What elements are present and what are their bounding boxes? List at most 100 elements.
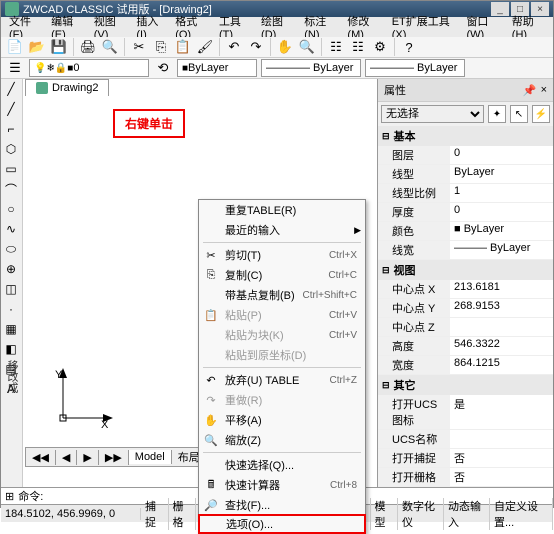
props-pin-icon[interactable]: 📌 <box>523 84 537 97</box>
prop-row[interactable]: 图层0 <box>378 146 553 165</box>
spline-icon[interactable]: ∿ <box>1 219 21 239</box>
prop-row[interactable]: UCS名称 <box>378 430 553 449</box>
tab-model[interactable]: Model <box>129 450 172 464</box>
tab-nav-next[interactable]: ▶ <box>77 450 98 465</box>
prop-row[interactable]: 打开捕捉否 <box>378 449 553 468</box>
prop-category[interactable]: 视图 <box>378 260 553 280</box>
ctx-重复TABLE(R)[interactable]: 重复TABLE(R) <box>199 200 365 220</box>
cut-icon[interactable]: ✂ <box>129 37 149 57</box>
side-label: 移改成 <box>4 360 20 393</box>
status-模型[interactable]: 模型 <box>371 498 399 530</box>
annotation-callout: 右键单击 <box>113 109 185 138</box>
tab-nav-last[interactable]: ▶▶ <box>99 450 129 465</box>
print-icon[interactable]: 🖨 <box>78 37 98 57</box>
toolbar-draw: ╱ ╱ ⌐ ⬡ ▭ ⌒ ○ ∿ ⬭ ⊕ ◫ · ▦ ◧ ▤ A <box>1 79 23 487</box>
status-数字化仪[interactable]: 数字化仪 <box>398 498 444 530</box>
save-icon[interactable]: 💾 <box>49 37 69 57</box>
rectangle-icon[interactable]: ▭ <box>1 159 21 179</box>
redo-icon[interactable]: ↷ <box>246 37 266 57</box>
status-动态输入[interactable]: 动态输入 <box>444 498 490 530</box>
selection-combo[interactable]: 无选择 <box>381 105 484 123</box>
tab-nav-first[interactable]: ◀◀ <box>26 450 56 465</box>
block-icon[interactable]: ◫ <box>1 279 21 299</box>
toolbar-layer: ☰ 💡❄🔒■ 0 ⟲ ■ ByLayer ———— ByLayer ———— B… <box>1 58 553 79</box>
select-objects-icon[interactable]: ↖ <box>510 105 528 123</box>
svg-text:X: X <box>101 419 109 428</box>
paste-icon[interactable]: 📋 <box>173 37 193 57</box>
open-icon[interactable]: 📂 <box>27 37 47 57</box>
ctx-重做(R): ↷重做(R) <box>199 390 365 410</box>
prop-row[interactable]: 线宽——— ByLayer <box>378 241 553 260</box>
tools-icon[interactable]: ⚙ <box>370 37 390 57</box>
insert-icon[interactable]: ⊕ <box>1 259 21 279</box>
prop-row[interactable]: 打开栅格否 <box>378 468 553 487</box>
layer-prev-icon[interactable]: ⟲ <box>153 58 173 78</box>
ucs-icon: YX <box>53 368 113 432</box>
status-捕捉[interactable]: 捕捉 <box>141 498 169 530</box>
zoom-icon[interactable]: 🔍 <box>297 37 317 57</box>
prop-row[interactable]: 中心点 Z <box>378 318 553 337</box>
ctx-选项(O)...[interactable]: 选项(O)... <box>198 514 366 534</box>
prop-category[interactable]: 基本 <box>378 126 553 146</box>
document-tab[interactable]: Drawing2 <box>25 79 109 96</box>
preview-icon[interactable]: 🔍 <box>100 37 120 57</box>
prop-row[interactable]: 线型ByLayer <box>378 165 553 184</box>
ctx-粘贴为块(K): 粘贴为块(K)Ctrl+V <box>199 325 365 345</box>
line-icon[interactable]: ╱ <box>1 79 21 99</box>
status-自定义设置...[interactable]: 自定义设置... <box>490 498 553 530</box>
pline-icon[interactable]: ⌐ <box>1 119 21 139</box>
drawing-canvas[interactable]: Drawing2 右键单击 YX ◀◀ ◀ ▶ ▶▶ Model 布局1 布局2… <box>23 79 377 487</box>
circle-icon[interactable]: ○ <box>1 199 21 219</box>
prop-row[interactable]: 线型比例1 <box>378 184 553 203</box>
prop-row[interactable]: 厚度0 <box>378 203 553 222</box>
pan-icon[interactable]: ✋ <box>275 37 295 57</box>
tab-nav-prev[interactable]: ◀ <box>56 450 77 465</box>
copy-icon[interactable]: ⎘ <box>151 37 171 57</box>
ctx-最近的输入[interactable]: 最近的输入▶ <box>199 220 365 240</box>
xline-icon[interactable]: ╱ <box>1 99 21 119</box>
new-icon[interactable]: 📄 <box>5 37 25 57</box>
ctx-平移(A)[interactable]: ✋平移(A) <box>199 410 365 430</box>
prop-row[interactable]: 打开UCS图标是 <box>378 395 553 430</box>
point-icon[interactable]: · <box>1 299 21 319</box>
undo-icon[interactable]: ↶ <box>224 37 244 57</box>
pickadd-icon[interactable]: ✦ <box>488 105 506 123</box>
prop-row[interactable]: 宽度864.1215 <box>378 356 553 375</box>
coordinates[interactable]: 184.5102, 456.9969, 0 <box>1 508 141 520</box>
linetype-combo[interactable]: ———— ByLayer <box>261 59 361 77</box>
ctx-缩放(Z)[interactable]: 🔍缩放(Z) <box>199 430 365 450</box>
region-icon[interactable]: ◧ <box>1 339 21 359</box>
polygon-icon[interactable]: ⬡ <box>1 139 21 159</box>
help-icon[interactable]: ? <box>399 37 419 57</box>
ctx-剪切(T)[interactable]: ✂剪切(T)Ctrl+X <box>199 245 365 265</box>
ctx-复制(C)[interactable]: ⎘复制(C)Ctrl+C <box>199 265 365 285</box>
context-menu: 重复TABLE(R)最近的输入▶ ✂剪切(T)Ctrl+X⎘复制(C)Ctrl+C… <box>198 199 366 534</box>
designcenter-icon[interactable]: ☷ <box>348 37 368 57</box>
color-combo[interactable]: ■ ByLayer <box>177 59 257 77</box>
prop-category[interactable]: 其它 <box>378 375 553 395</box>
prop-row[interactable]: 高度546.3322 <box>378 337 553 356</box>
properties-icon[interactable]: ☷ <box>326 37 346 57</box>
ellipse-icon[interactable]: ⬭ <box>1 239 21 259</box>
status-栅格[interactable]: 栅格 <box>169 498 197 530</box>
quickselect-icon[interactable]: ⚡ <box>532 105 550 123</box>
props-close-icon[interactable]: × <box>541 84 547 96</box>
ctx-快速计算器[interactable]: 🖩快速计算器Ctrl+8 <box>199 475 365 495</box>
prop-row[interactable]: 中心点 Y268.9153 <box>378 299 553 318</box>
ctx-快速选择(Q)...[interactable]: 快速选择(Q)... <box>199 455 365 475</box>
prop-row[interactable]: 中心点 X213.6181 <box>378 280 553 299</box>
doc-tab-label: Drawing2 <box>52 82 98 94</box>
properties-title: 属性 <box>384 82 406 98</box>
ctx-放弃(U) TABLE[interactable]: ↶放弃(U) TABLECtrl+Z <box>199 370 365 390</box>
ctx-查找(F)...[interactable]: 🔎查找(F)... <box>199 495 365 515</box>
prop-row[interactable]: 颜色■ ByLayer <box>378 222 553 241</box>
arc-icon[interactable]: ⌒ <box>1 179 21 199</box>
layer-combo[interactable]: 💡❄🔒■ 0 <box>29 59 149 77</box>
ctx-粘贴(P): 📋粘贴(P)Ctrl+V <box>199 305 365 325</box>
match-icon[interactable]: 🖌 <box>195 37 215 57</box>
layer-manager-icon[interactable]: ☰ <box>5 58 25 78</box>
hatch-icon[interactable]: ▦ <box>1 319 21 339</box>
ctx-带基点复制(B)[interactable]: 带基点复制(B)Ctrl+Shift+C <box>199 285 365 305</box>
lineweight-combo[interactable]: ———— ByLayer <box>365 59 465 77</box>
doc-icon <box>36 82 48 94</box>
